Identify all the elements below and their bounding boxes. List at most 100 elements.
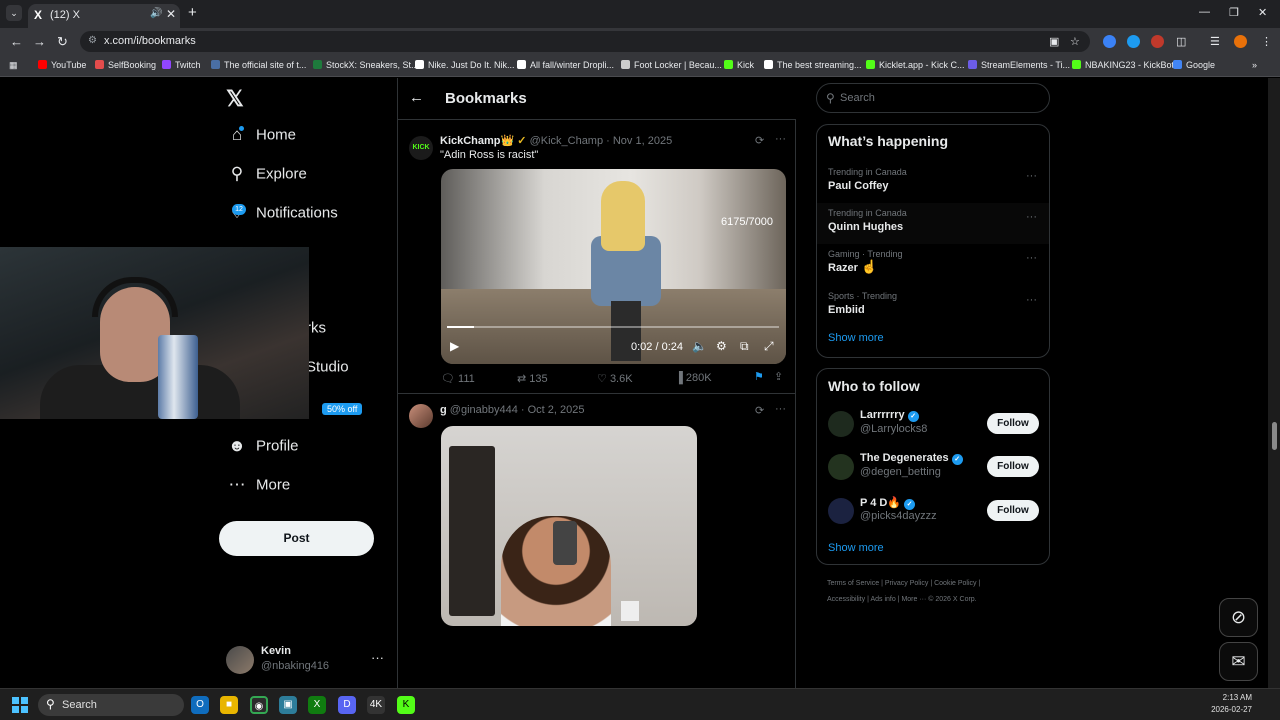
show-more-link[interactable]: Show more	[828, 542, 884, 554]
bookmark-twitch[interactable]: Twitch	[162, 60, 201, 70]
search-input[interactable]: ⚲ Search	[816, 83, 1050, 113]
nav-profile[interactable]: ☻ Profile	[226, 436, 298, 464]
chrome-menu-icon[interactable]: ⋮	[1261, 35, 1272, 48]
profile-avatar-icon[interactable]	[1234, 35, 1247, 48]
tab-search-button[interactable]: ⌄	[6, 5, 22, 21]
forward-icon[interactable]: →	[33, 34, 46, 49]
xbox-icon[interactable]: X	[308, 696, 326, 714]
scrollbar-thumb[interactable]	[1272, 422, 1277, 450]
trend-item[interactable]: Trending in Canada Paul Coffey ···	[817, 162, 1049, 203]
bookmark-nike[interactable]: Nike. Just Do It. Nik...	[415, 60, 515, 70]
footer-links[interactable]: Terms of Service | Privacy Policy | Cook…	[827, 580, 980, 587]
extension-icon[interactable]	[1127, 35, 1140, 48]
volume-icon[interactable]: 🔈	[692, 339, 707, 353]
reading-list-icon[interactable]: ☰	[1210, 35, 1220, 48]
back-icon[interactable]: ←	[10, 34, 23, 49]
settings-gear-icon[interactable]: ⚙	[716, 339, 727, 353]
nav-bookmarks[interactable]: rks	[306, 319, 326, 347]
nav-creator-studio[interactable]: Studio	[306, 358, 349, 386]
clock-time[interactable]: 2:13 AM	[1206, 693, 1252, 702]
more-dots-icon[interactable]: ···	[1026, 294, 1037, 306]
follow-suggestion[interactable]: P 4 D🔥 ✓ @picks4dayzzz Follow	[817, 492, 1049, 532]
repost-button[interactable]: ⇄ 135	[517, 372, 548, 385]
more-dots-icon[interactable]: ···	[1026, 170, 1037, 182]
bookmark-star-icon[interactable]: ☆	[1070, 35, 1080, 48]
premium-discount-badge[interactable]: 50% off	[322, 403, 363, 415]
page-scrollbar[interactable]	[1268, 78, 1280, 688]
chrome-icon[interactable]: ◉	[250, 696, 268, 714]
trend-item[interactable]: Trending in Canada Quinn Hughes ···	[817, 203, 1049, 244]
like-button[interactable]: ♡ 3.6K	[597, 372, 633, 385]
x-logo-icon[interactable]: 𝕏	[226, 86, 244, 112]
bookmark-selfbooking[interactable]: SelfBooking	[95, 60, 156, 70]
avatar[interactable]: KICK	[409, 136, 433, 160]
new-tab-button[interactable]: +	[188, 4, 197, 21]
play-icon[interactable]: ▶	[450, 339, 459, 353]
apps-grid-icon[interactable]: ▦	[9, 60, 18, 71]
grok-icon[interactable]: ⟳	[755, 134, 764, 147]
follow-button[interactable]: Follow	[987, 413, 1039, 434]
post-button[interactable]: Post	[219, 521, 374, 556]
more-dots-icon[interactable]: ···	[775, 133, 786, 145]
site-info-icon[interactable]: ⚙	[88, 35, 97, 46]
grok-button[interactable]: ⊘	[1219, 598, 1258, 637]
close-window-icon[interactable]: ✕	[1258, 6, 1267, 19]
bookmark-icon[interactable]: ⚑	[754, 370, 764, 383]
follow-button[interactable]: Follow	[987, 456, 1039, 477]
minimize-icon[interactable]: —	[1199, 6, 1210, 18]
back-arrow-icon[interactable]: ←	[409, 89, 424, 106]
follow-suggestion[interactable]: The Degenerates ✓ @degen_betting Follow	[817, 448, 1049, 488]
tweet[interactable]: KICK KickChamp👑 ✓ @Kick_Champ · Nov 1, 2…	[398, 121, 796, 394]
share-icon[interactable]: ⇪	[774, 370, 783, 383]
4k-app-icon[interactable]: 4K	[367, 696, 385, 714]
bookmark-kicklet[interactable]: Kicklet.app - Kick C...	[866, 60, 965, 70]
follow-suggestion[interactable]: Larrrrrry ✓ @Larrylocks8 Follow	[817, 405, 1049, 445]
trend-item[interactable]: Gaming · Trending Razer ···	[817, 244, 1049, 285]
bookmark-streaming[interactable]: The best streaming...	[764, 60, 862, 70]
nav-more[interactable]: ⋯ More	[226, 475, 291, 503]
clock-date[interactable]: 2026-02-27	[1206, 705, 1252, 714]
bookmark-google[interactable]: Google	[1173, 60, 1215, 70]
install-app-icon[interactable]: ▣	[1049, 35, 1059, 48]
nav-explore[interactable]: ⚲ Explore	[226, 164, 307, 192]
account-switcher[interactable]: Kevin @nbaking416 ···	[226, 644, 386, 678]
avatar[interactable]	[828, 454, 854, 480]
discord-icon[interactable]: D	[338, 696, 356, 714]
fullscreen-icon[interactable]: ⤢	[764, 339, 774, 354]
trend-item[interactable]: Sports · Trending Embiid ···	[817, 286, 1049, 327]
show-more-link[interactable]: Show more	[828, 332, 884, 344]
bookmark-official-site[interactable]: The official site of t...	[211, 60, 306, 70]
close-tab-icon[interactable]: ✕	[166, 7, 176, 21]
more-dots-icon[interactable]: ···	[1026, 252, 1037, 264]
reload-icon[interactable]: ↻	[57, 34, 68, 50]
file-explorer-icon[interactable]: ■	[220, 696, 238, 714]
messages-button[interactable]: ✉	[1219, 642, 1258, 681]
tweet-photo[interactable]	[441, 426, 697, 626]
avatar[interactable]	[409, 404, 433, 428]
pip-icon[interactable]: ⧉	[740, 339, 749, 354]
bookmark-youtube[interactable]: YouTube	[38, 60, 86, 70]
follow-button[interactable]: Follow	[987, 500, 1039, 521]
outlook-icon[interactable]: O	[191, 696, 209, 714]
kick-app-icon[interactable]: K	[397, 696, 415, 714]
more-dots-icon[interactable]: ···	[1026, 211, 1037, 223]
bookmark-footlocker[interactable]: Foot Locker | Becau...	[621, 60, 722, 70]
video-player[interactable]: 6175/7000 ▶ 0:02 / 0:24 🔈 ⚙ ⧉ ⤢	[441, 169, 786, 364]
extensions-puzzle-icon[interactable]: ◫	[1176, 35, 1186, 48]
bookmark-kick[interactable]: Kick	[724, 60, 754, 70]
speaker-icon[interactable]: 🔊	[150, 8, 162, 19]
reply-button[interactable]: 🗨 111	[441, 372, 475, 385]
bookmark-streamelements[interactable]: StreamElements - Ti...	[968, 60, 1070, 70]
tab-x-bookmarks[interactable]: X (12) X 🔊 ✕	[28, 4, 180, 28]
extension-icon[interactable]	[1103, 35, 1116, 48]
extension-icon[interactable]	[1151, 35, 1164, 48]
bookmark-stockx[interactable]: StockX: Sneakers, St...	[313, 60, 419, 70]
more-bookmarks-icon[interactable]: »	[1252, 60, 1257, 70]
footer-links[interactable]: Accessibility | Ads info | More ··· © 20…	[827, 596, 977, 603]
taskbar-search[interactable]: ⚲ Search	[38, 694, 184, 716]
more-dots-icon[interactable]: ···	[371, 650, 384, 665]
avatar[interactable]	[828, 411, 854, 437]
video-progress-track[interactable]	[447, 326, 779, 328]
views-button[interactable]: ▐ 280K	[675, 372, 712, 384]
nav-home[interactable]: ⌂ Home	[226, 125, 296, 153]
